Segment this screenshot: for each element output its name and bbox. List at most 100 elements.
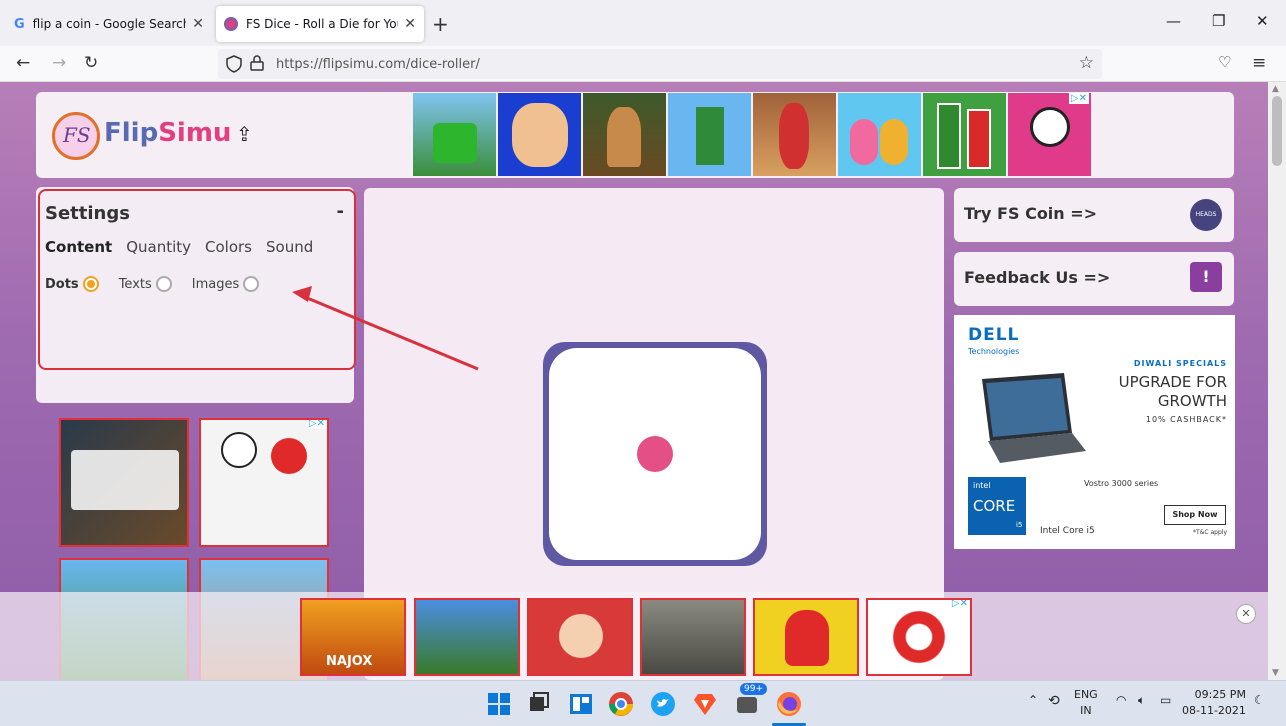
minimize-icon[interactable]: — bbox=[1166, 12, 1181, 30]
notification-moon-icon[interactable]: ☾ bbox=[1254, 693, 1265, 707]
game-ad-fall-guys[interactable] bbox=[838, 93, 921, 176]
system-clock[interactable]: 09:25 PM 08-11-2021 bbox=[1182, 687, 1246, 719]
tray-overflow-chevron-icon[interactable]: ⌃ bbox=[1028, 693, 1038, 707]
ad-choices-icon[interactable]: ▷✕ bbox=[949, 600, 970, 609]
game-ad-adventurer[interactable] bbox=[583, 93, 666, 176]
close-tab-icon[interactable]: ✕ bbox=[404, 16, 416, 32]
shop-now-button[interactable]: Shop Now bbox=[1164, 505, 1226, 525]
try-fs-coin-link[interactable]: Try FS Coin => bbox=[964, 204, 1097, 223]
game-ad-ladybug[interactable] bbox=[527, 598, 633, 676]
game-ad-block-character[interactable] bbox=[668, 93, 751, 176]
game-ad-bus[interactable] bbox=[413, 93, 496, 176]
game-ad-shooter[interactable] bbox=[640, 598, 746, 676]
windows-start-icon[interactable] bbox=[486, 691, 512, 717]
site-brand[interactable]: FlipSimu bbox=[104, 118, 231, 148]
back-arrow-icon[interactable]: ← bbox=[16, 53, 30, 73]
die[interactable] bbox=[543, 342, 767, 566]
intel-brand: intel bbox=[973, 481, 991, 490]
dell-ad[interactable]: DELL Technologies DIWALI SPECIALS UPGRAD… bbox=[954, 315, 1235, 549]
new-tab-button[interactable]: + bbox=[432, 12, 449, 36]
shield-icon[interactable] bbox=[226, 55, 242, 73]
scroll-up-icon[interactable]: ▲ bbox=[1272, 84, 1279, 94]
scrollbar-thumb[interactable] bbox=[1272, 96, 1282, 166]
firefox-icon[interactable] bbox=[776, 691, 802, 717]
lock-icon[interactable] bbox=[250, 55, 264, 71]
forward-arrow-icon[interactable]: → bbox=[52, 53, 66, 73]
tab-colors[interactable]: Colors bbox=[205, 238, 252, 256]
task-view-icon[interactable] bbox=[526, 691, 552, 717]
option-images[interactable]: Images bbox=[192, 276, 260, 292]
volume-icon[interactable]: 🔈︎ bbox=[1138, 693, 1145, 708]
ad-model: Vostro 3000 series bbox=[1084, 479, 1159, 488]
intel-core: CORE bbox=[973, 497, 1016, 515]
tab-content[interactable]: Content bbox=[45, 238, 112, 256]
brand-part2: Simu bbox=[158, 118, 232, 148]
try-fs-coin-card[interactable]: Try FS Coin => HEADS bbox=[954, 188, 1234, 242]
tab-fs-dice[interactable]: FS Dice - Roll a Die for Your Gam ✕ bbox=[216, 6, 424, 42]
option-label: Dots bbox=[45, 276, 79, 292]
game-ad-cartoon-face[interactable] bbox=[498, 93, 581, 176]
tab-google-search[interactable]: G flip a coin - Google Search ✕ bbox=[6, 6, 212, 42]
radio-texts[interactable] bbox=[155, 276, 172, 292]
close-window-icon[interactable]: ✕ bbox=[1256, 12, 1269, 30]
clock-date: 08-11-2021 bbox=[1182, 704, 1246, 717]
brave-icon[interactable] bbox=[692, 691, 718, 717]
input-language[interactable]: ENG IN bbox=[1074, 687, 1098, 719]
logo-text: FS bbox=[63, 123, 91, 147]
ad-choices-icon[interactable]: ▷✕ bbox=[306, 420, 327, 429]
lang-line2: IN bbox=[1080, 704, 1092, 717]
game-ad-steve[interactable] bbox=[414, 598, 520, 676]
flipsimu-favicon-icon bbox=[224, 17, 238, 31]
address-bar[interactable]: https://flipsimu.com/dice-roller/ ☆ bbox=[218, 49, 1102, 79]
tab-sound[interactable]: Sound bbox=[266, 238, 313, 256]
scroll-down-icon[interactable]: ▼ bbox=[1272, 668, 1279, 678]
notification-badge: 99+ bbox=[740, 683, 767, 695]
snap-layout-icon[interactable] bbox=[568, 691, 594, 717]
option-texts[interactable]: Texts bbox=[119, 276, 172, 292]
maximize-icon[interactable]: ❐ bbox=[1212, 12, 1225, 30]
game-ad-temple-run[interactable]: NAJOX bbox=[300, 598, 406, 676]
collapse-settings-button[interactable]: - bbox=[337, 201, 344, 222]
reload-icon[interactable]: ↻ bbox=[84, 53, 98, 73]
brand-part1: Flip bbox=[104, 118, 159, 148]
option-label: Texts bbox=[118, 276, 152, 292]
close-tab-icon[interactable]: ✕ bbox=[192, 16, 204, 32]
radio-images[interactable] bbox=[243, 276, 260, 292]
bookmark-star-icon[interactable]: ☆ bbox=[1079, 53, 1094, 73]
feedback-link[interactable]: Feedback Us => bbox=[964, 268, 1110, 287]
feedback-icon: ! bbox=[1190, 262, 1222, 292]
chrome-icon[interactable] bbox=[608, 691, 634, 717]
header-game-ad-strip: ▷✕ bbox=[413, 93, 1093, 176]
intel-gen: i5 bbox=[1016, 521, 1023, 529]
option-dots[interactable]: Dots bbox=[45, 276, 99, 292]
pocket-icon[interactable]: ♡ bbox=[1218, 53, 1231, 71]
browser-nav-bar: ← → ↻ https://flipsimu.com/dice-roller/ … bbox=[0, 46, 1286, 82]
close-ad-button[interactable]: ✕ bbox=[1236, 604, 1256, 624]
intel-badge: intel CORE i5 bbox=[968, 477, 1026, 535]
twitter-icon[interactable] bbox=[650, 691, 676, 717]
settings-panel: Settings - Content Quantity Colors Sound… bbox=[36, 187, 356, 403]
game-ad-stickman[interactable]: ▷✕ bbox=[199, 418, 329, 547]
page-scrollbar[interactable]: ▲ ▼ bbox=[1268, 82, 1286, 680]
tab-quantity[interactable]: Quantity bbox=[126, 238, 191, 256]
ad-headline-line2: GROWTH bbox=[1157, 392, 1227, 410]
battery-icon[interactable]: ▭ bbox=[1160, 693, 1171, 707]
flipsimu-logo[interactable]: FS bbox=[52, 112, 100, 160]
ad-choices-icon[interactable]: ▷✕ bbox=[1068, 93, 1089, 104]
game-ad-mario-luigi[interactable] bbox=[923, 93, 1006, 176]
game-ad-gta[interactable] bbox=[59, 418, 189, 547]
clock-time: 09:25 PM bbox=[1194, 688, 1246, 701]
game-ad-runner[interactable] bbox=[753, 93, 836, 176]
wifi-icon[interactable]: ◠ bbox=[1116, 693, 1126, 707]
game-ad-among-us[interactable] bbox=[753, 598, 859, 676]
game-ad-kick-buddy[interactable]: ▷✕ bbox=[866, 598, 972, 676]
game-ad-cuphead[interactable]: ▷✕ bbox=[1008, 93, 1091, 176]
share-icon[interactable]: ⇪ bbox=[236, 122, 253, 146]
die-face bbox=[549, 348, 761, 560]
dell-logo: DELL bbox=[968, 325, 1020, 345]
sync-icon[interactable]: ⟲ bbox=[1048, 693, 1060, 709]
menu-icon[interactable]: ≡ bbox=[1252, 53, 1266, 73]
radio-dots[interactable] bbox=[82, 276, 99, 292]
ad-cashback: 10% CASHBACK* bbox=[1145, 415, 1227, 424]
feedback-card[interactable]: Feedback Us => ! bbox=[954, 252, 1234, 306]
